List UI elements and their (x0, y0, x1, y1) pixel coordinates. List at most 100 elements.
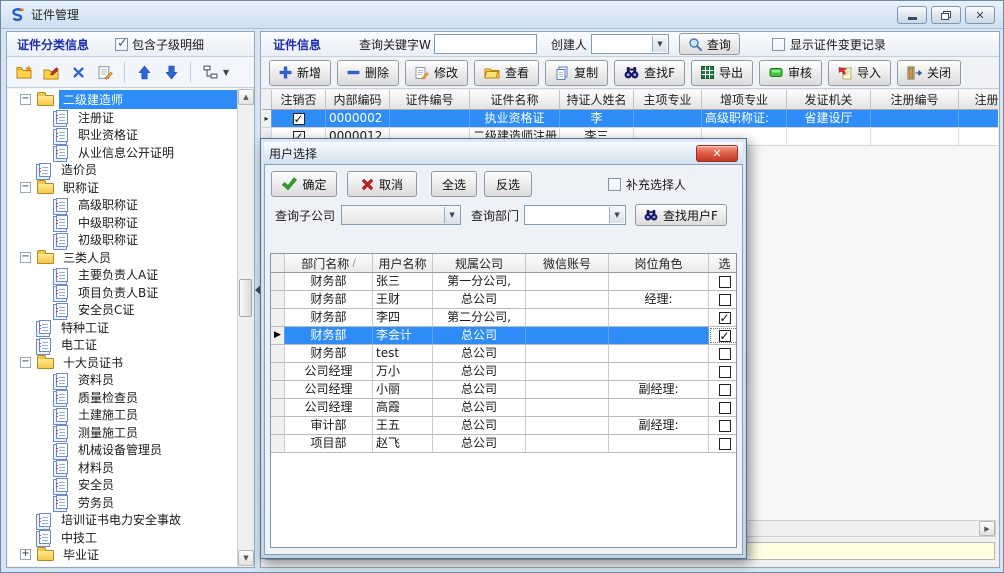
copy-button[interactable]: 复制 (545, 60, 608, 86)
column-header[interactable]: 岗位角色 (609, 254, 709, 272)
find-button[interactable]: 查找F (614, 60, 685, 86)
new-folder-button[interactable] (14, 62, 34, 82)
column-header[interactable]: 证件名称 (470, 90, 560, 109)
tree-item[interactable]: 中级职称证 (8, 214, 237, 232)
delete-button[interactable]: 删除 (337, 60, 399, 86)
column-header[interactable]: 持证人姓名 (560, 90, 634, 109)
tree-item[interactable]: 造价员 (8, 161, 237, 179)
tree-expander-icon[interactable]: − (20, 252, 31, 263)
user-row[interactable]: 项目部赵飞总公司 (271, 435, 736, 453)
subsidiary-dropdown[interactable]: ▼ (341, 205, 461, 225)
tree-item[interactable]: 安全员C证 (8, 301, 237, 319)
user-row[interactable]: 公司经理万小总公司 (271, 363, 736, 381)
tree-item[interactable]: 质量检查员 (8, 389, 237, 407)
restore-button[interactable] (931, 6, 961, 24)
supplement-checkbox[interactable] (608, 178, 621, 191)
user-row[interactable]: 财务部张三第一分公司, (271, 273, 736, 291)
row-checkbox[interactable] (719, 294, 731, 306)
hierarchy-view-button[interactable] (200, 62, 220, 82)
row-checkbox[interactable] (719, 366, 731, 378)
scroll-down-icon[interactable]: ▼ (238, 550, 254, 566)
row-checkbox[interactable] (719, 420, 731, 432)
column-header[interactable]: 注册编号 (871, 90, 959, 109)
minimize-button[interactable] (897, 6, 927, 24)
chevron-down-icon[interactable]: ▼ (223, 68, 229, 77)
add-button[interactable]: 新增 (269, 60, 331, 86)
user-row[interactable]: 公司经理高霞总公司 (271, 399, 736, 417)
tree-item[interactable]: −三类人员 (8, 249, 237, 267)
tree-item[interactable]: 注册证 (8, 109, 237, 127)
find-user-button[interactable]: 查找用户F (635, 204, 727, 226)
scroll-right-icon[interactable]: ▶ (979, 521, 995, 536)
column-header[interactable]: 注册单位 (959, 90, 998, 109)
tree-item[interactable]: 培训证书电力安全事故 (8, 511, 237, 529)
cancel-button[interactable]: 取消 (347, 171, 417, 197)
column-header[interactable]: 主项专业 (634, 90, 702, 109)
dropdown-arrow-icon[interactable]: ▼ (609, 207, 624, 223)
user-row[interactable]: 财务部test总公司 (271, 345, 736, 363)
tree-item[interactable]: 电工证 (8, 336, 237, 354)
column-header[interactable]: 注销否 (272, 90, 326, 109)
scrollbar-thumb[interactable] (239, 279, 252, 317)
edit-category-button[interactable] (95, 62, 115, 82)
column-header[interactable]: 发证机关 (787, 90, 871, 109)
close-button[interactable]: ✕ (965, 6, 995, 24)
tree-scrollbar[interactable]: ▲ ▼ (237, 89, 253, 566)
query-button[interactable]: 查询 (679, 33, 740, 55)
move-up-button[interactable] (134, 62, 154, 82)
user-row[interactable]: 审计部王五总公司副经理: (271, 417, 736, 435)
tree-item[interactable]: 职业资格证 (8, 126, 237, 144)
tree-item[interactable]: 劳务员 (8, 494, 237, 512)
tree-expander-icon[interactable]: − (20, 182, 31, 193)
row-checkbox[interactable] (719, 384, 731, 396)
move-down-button[interactable] (161, 62, 181, 82)
tree-item[interactable]: 高级职称证 (8, 196, 237, 214)
tree-item[interactable]: +毕业证 (8, 546, 237, 564)
row-checkbox[interactable] (293, 113, 305, 125)
tree-expander-icon[interactable]: − (20, 94, 31, 105)
tree-item[interactable]: 从业信息公开证明 (8, 144, 237, 162)
tree-item[interactable]: 主要负责人A证 (8, 266, 237, 284)
column-header[interactable]: 用户名称 (373, 254, 433, 272)
user-row[interactable]: 财务部李四第二分公司, (271, 309, 736, 327)
close-window-button[interactable]: 关闭 (897, 60, 961, 86)
column-header[interactable]: 增项专业 (702, 90, 787, 109)
column-header[interactable]: 选 (709, 254, 737, 272)
invert-select-button[interactable]: 反选 (484, 171, 532, 197)
dropdown-arrow-icon[interactable]: ▼ (652, 36, 667, 52)
creator-dropdown[interactable]: ▼ (591, 34, 669, 54)
row-checkbox[interactable] (719, 276, 731, 288)
tree-item[interactable]: 项目负责人B证 (8, 284, 237, 302)
row-checkbox[interactable] (719, 330, 731, 342)
column-header[interactable]: 规属公司 (433, 254, 526, 272)
export-button[interactable]: 导出 (691, 60, 753, 86)
table-row[interactable]: ▸0000002执业资格证李高级职称证:省建设厅 (262, 110, 998, 128)
tree-item[interactable]: −十大员证书 (8, 354, 237, 372)
tree-item[interactable]: 资料员 (8, 371, 237, 389)
tree-item[interactable]: 中技工 (8, 529, 237, 547)
view-button[interactable]: 查看 (474, 60, 539, 86)
tree-item[interactable]: 特种工证 (8, 319, 237, 337)
column-header[interactable]: 部门名称∕ (285, 254, 373, 272)
column-header[interactable]: 证件编号 (390, 90, 470, 109)
column-header[interactable]: 微信账号 (526, 254, 609, 272)
user-row[interactable]: 财务部王财总公司经理: (271, 291, 736, 309)
tree-item[interactable]: −职称证 (8, 179, 237, 197)
row-checkbox[interactable] (719, 312, 731, 324)
department-dropdown[interactable]: ▼ (524, 205, 626, 225)
tree-item[interactable]: 土建施工员 (8, 406, 237, 424)
tree-item[interactable]: 材料员 (8, 459, 237, 477)
row-checkbox[interactable] (719, 348, 731, 360)
column-header[interactable]: 内部编码 (326, 90, 390, 109)
delete-category-button[interactable] (68, 62, 88, 82)
tree-item[interactable]: −二级建造师 (8, 91, 237, 109)
show-changes-checkbox[interactable] (772, 38, 785, 51)
row-checkbox[interactable] (719, 402, 731, 414)
include-sub-checkbox[interactable] (115, 38, 128, 51)
user-row[interactable]: 公司经理小丽总公司副经理: (271, 381, 736, 399)
dialog-close-button[interactable]: ✕ (696, 145, 738, 162)
audit-button[interactable]: 审核 (759, 60, 822, 86)
import-button[interactable]: 导入 (828, 60, 891, 86)
ok-button[interactable]: 确定 (271, 171, 337, 197)
tree-expander-icon[interactable]: − (20, 357, 31, 368)
